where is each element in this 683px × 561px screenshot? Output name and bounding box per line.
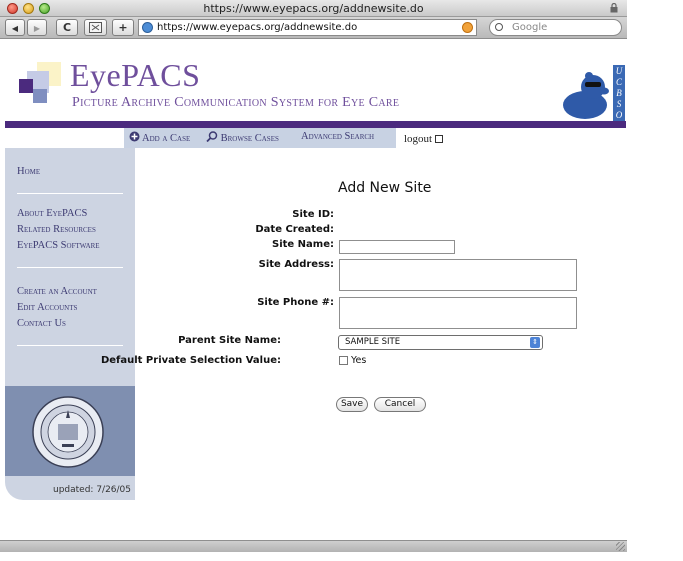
sidebar-item-edit-accounts[interactable]: Edit Accounts xyxy=(17,302,77,313)
site-address-textarea[interactable] xyxy=(339,259,577,291)
browser-toolbar: ◀ ▶ C + https://www.eyepacs.org/addnewsi… xyxy=(0,17,627,39)
nav-advanced-search-label: Advanced Search xyxy=(301,131,375,142)
sidebar-item-software[interactable]: EyePACS Software xyxy=(17,240,100,251)
title-bar: https://www.eyepacs.org/addnewsite.do xyxy=(0,0,627,17)
header-rule xyxy=(5,121,626,128)
parent-site-label: Parent Site Name: xyxy=(178,335,281,346)
date-created-label: Date Created: xyxy=(255,224,334,235)
site-id-label: Site ID: xyxy=(292,209,334,220)
magnifier-icon xyxy=(206,131,218,143)
browser-window: https://www.eyepacs.org/addnewsite.do ◀ … xyxy=(0,0,627,555)
nav-add-case-label: Add a Case xyxy=(142,133,191,144)
sidebar-divider xyxy=(17,193,123,194)
site-address-label: Site Address: xyxy=(258,259,334,270)
ucbso-badge: UCBSO xyxy=(613,65,625,121)
bear-mascot-icon xyxy=(563,72,609,119)
yes-label: Yes xyxy=(351,355,367,366)
back-icon: ◀ xyxy=(11,24,19,33)
snapback-icon xyxy=(89,22,102,33)
top-nav: Add a Case Browse Cases Advanced Search xyxy=(124,128,396,148)
plus-circle-icon xyxy=(129,131,140,142)
forward-icon: ▶ xyxy=(33,24,41,33)
logout-label: logout xyxy=(404,133,433,145)
site-name-label: Site Name: xyxy=(272,239,334,250)
sidebar-divider xyxy=(17,345,123,346)
updated-date: updated: 7/26/05 xyxy=(53,485,132,495)
sidebar-item-about[interactable]: About EyePACS xyxy=(17,208,87,219)
status-bar xyxy=(0,540,627,552)
page-title: Add New Site xyxy=(338,180,432,196)
parent-site-select[interactable]: SAMPLE SITE ⇕ xyxy=(338,335,543,350)
nav-browse-cases-label: Browse Cases xyxy=(220,133,279,144)
default-private-label: Default Private Selection Value: xyxy=(100,355,281,366)
plus-icon: + xyxy=(118,21,128,34)
seal-panel xyxy=(5,386,135,476)
back-button[interactable]: ◀ xyxy=(5,19,25,36)
url-reload-icon[interactable] xyxy=(462,22,473,33)
parent-site-value: SAMPLE SITE xyxy=(345,337,401,347)
save-button[interactable]: Save xyxy=(336,397,368,412)
site-name-input[interactable] xyxy=(339,240,455,254)
site-phone-label: Site Phone #: xyxy=(257,297,334,308)
nav-add-case[interactable]: Add a Case xyxy=(129,131,190,144)
search-input[interactable]: Google xyxy=(489,19,622,36)
address-bar-url: https://www.eyepacs.org/addnewsite.do xyxy=(157,22,358,33)
reload-icon: C xyxy=(62,21,72,34)
search-icon xyxy=(495,23,503,31)
reload-button[interactable]: C xyxy=(56,19,78,36)
default-private-checkbox[interactable] xyxy=(339,356,348,365)
address-bar[interactable]: https://www.eyepacs.org/addnewsite.do xyxy=(138,19,477,36)
site-subtitle: Picture Archive Communication System for… xyxy=(72,95,400,110)
nav-browse-cases[interactable]: Browse Cases xyxy=(206,131,279,144)
university-seal-icon xyxy=(32,396,104,468)
resize-grip-icon[interactable] xyxy=(616,542,625,551)
sidebar-item-create-account[interactable]: Create an Account xyxy=(17,286,97,297)
site-brand: EyePACS xyxy=(70,57,201,93)
logout-link[interactable]: logout xyxy=(404,133,444,145)
lock-icon xyxy=(610,3,618,13)
search-placeholder: Google xyxy=(512,22,548,33)
site-phone-textarea[interactable] xyxy=(339,297,577,329)
site-header: EyePACS Picture Archive Communication Sy… xyxy=(5,39,625,121)
ucbso-text: UCBSO xyxy=(615,66,623,120)
globe-icon xyxy=(142,22,153,33)
window-title: https://www.eyepacs.org/addnewsite.do xyxy=(203,2,424,15)
select-arrows-icon: ⇕ xyxy=(530,337,540,348)
forward-button[interactable]: ▶ xyxy=(27,19,47,36)
sidebar-item-related-resources[interactable]: Related Resources xyxy=(17,224,96,235)
logout-box-icon xyxy=(435,135,444,143)
cancel-button[interactable]: Cancel xyxy=(374,397,426,412)
snapback-button[interactable] xyxy=(84,19,107,36)
sidebar-divider xyxy=(17,267,123,268)
sidebar: Home About EyePACS Related Resources Eye… xyxy=(5,148,135,500)
sidebar-item-contact[interactable]: Contact Us xyxy=(17,318,66,329)
nav-advanced-search[interactable]: Advanced Search xyxy=(301,131,374,142)
add-bookmark-button[interactable]: + xyxy=(112,19,134,36)
sidebar-item-home[interactable]: Home xyxy=(17,166,40,177)
